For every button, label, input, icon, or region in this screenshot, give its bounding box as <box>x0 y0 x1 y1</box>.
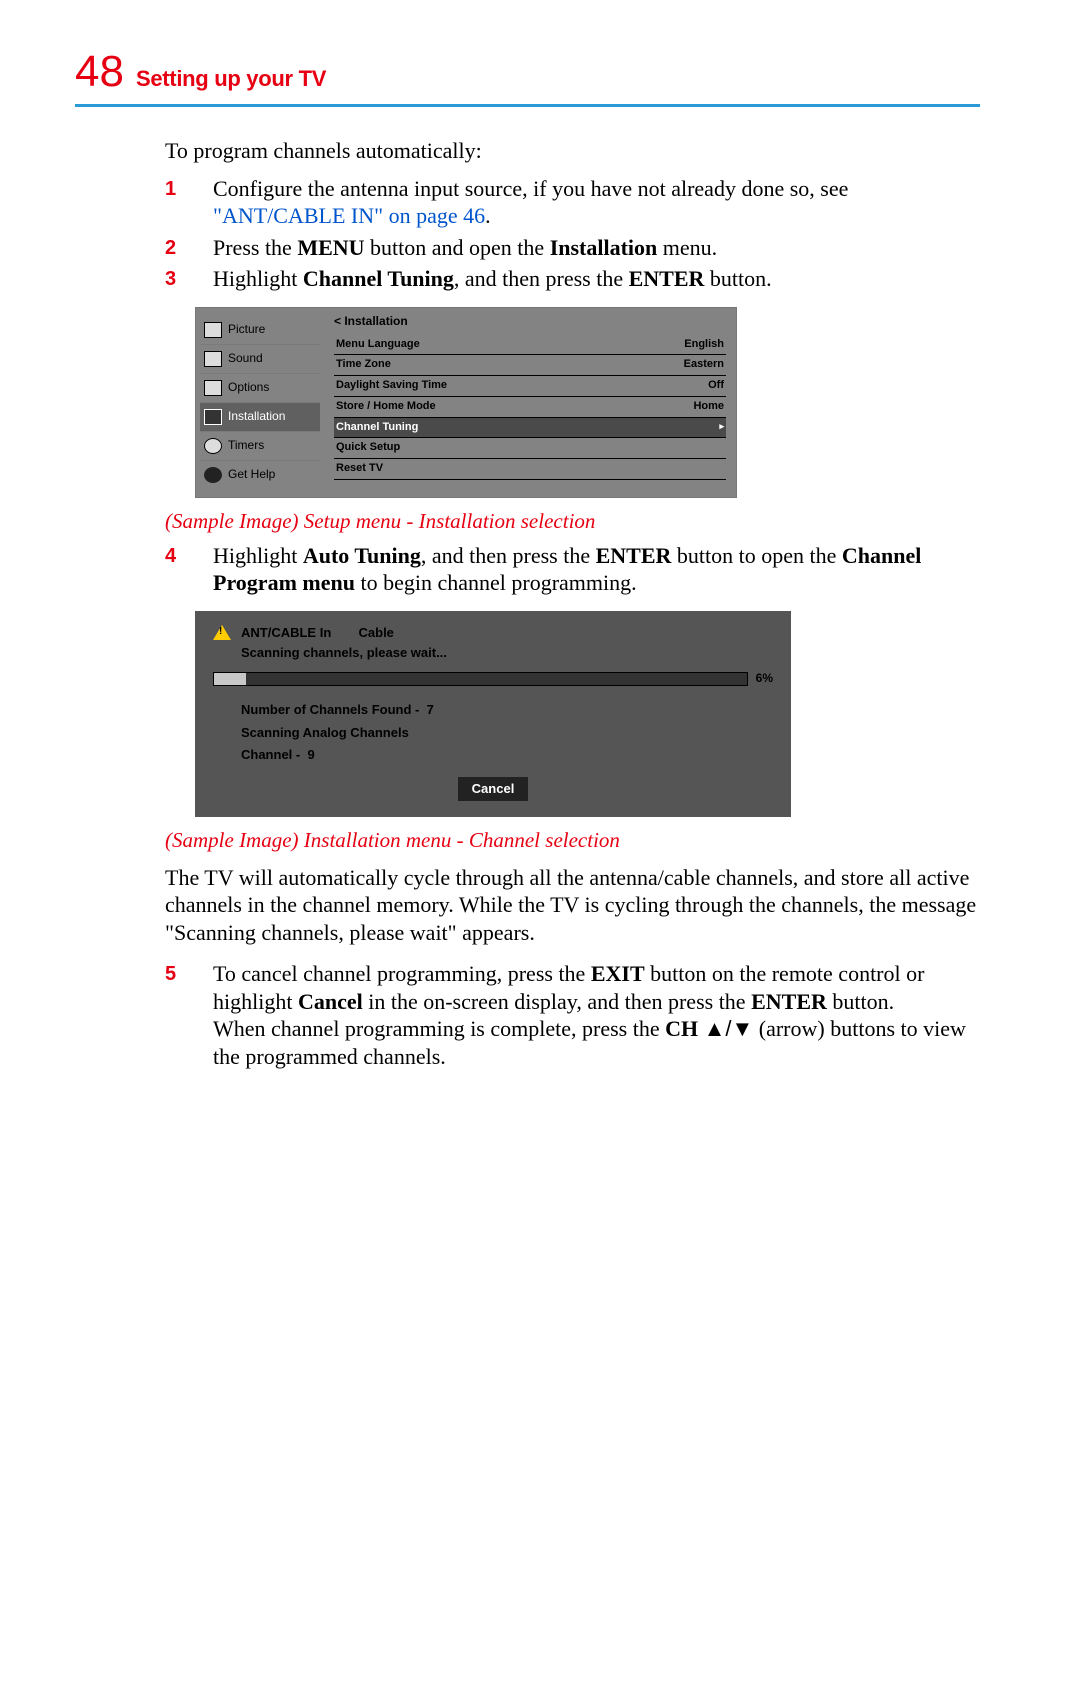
label: Store / Home Mode <box>336 400 436 414</box>
options-icon <box>204 380 222 396</box>
text: button. <box>704 266 771 291</box>
value: Eastern <box>684 358 724 372</box>
chevron-right-icon: ▸ <box>719 421 724 435</box>
sidebar-item-gethelp[interactable]: Get Help <box>200 461 320 489</box>
header-rule <box>75 104 980 107</box>
step-body: Highlight Channel Tuning, and then press… <box>213 265 980 293</box>
menu-row[interactable]: Menu Language English <box>334 335 726 356</box>
intro-text: To program channels automatically: <box>165 137 980 165</box>
menu-row[interactable]: Store / Home Mode Home <box>334 397 726 418</box>
text: menu. <box>657 235 717 260</box>
term: EXIT <box>591 961 645 986</box>
step-number: 3 <box>165 265 213 293</box>
step-number: 4 <box>165 542 213 597</box>
term: Cancel <box>298 989 363 1014</box>
sidebar-item-sound[interactable]: Sound <box>200 345 320 374</box>
sidebar-item-picture[interactable]: Picture <box>200 316 320 345</box>
value: Off <box>708 379 724 393</box>
text: , and then press the <box>421 543 596 568</box>
text: button and open the <box>365 235 550 260</box>
timers-icon <box>204 438 222 454</box>
term: ENTER <box>751 989 827 1014</box>
ant-cable-label: ANT/CABLE In <box>241 625 331 641</box>
menu-row[interactable]: Time Zone Eastern <box>334 355 726 376</box>
label: Installation <box>228 409 285 424</box>
tv-panel: < Installation Menu Language English Time… <box>324 308 736 497</box>
up-down-arrows: ▲/▼ <box>704 1016 754 1041</box>
text: to begin channel programming. <box>355 570 637 595</box>
figure-caption: (Sample Image) Installation menu - Chann… <box>165 827 980 853</box>
body-paragraph: The TV will automatically cycle through … <box>165 864 980 947</box>
label: Timers <box>228 438 264 453</box>
channels-found-label: Number of Channels Found - <box>241 702 419 717</box>
term: Auto Tuning <box>303 543 421 568</box>
label: Options <box>228 380 269 395</box>
text: , and then press the <box>454 266 629 291</box>
label: Quick Setup <box>336 441 400 455</box>
label: Channel Tuning <box>336 421 418 435</box>
sidebar-item-installation[interactable]: Installation <box>200 403 320 432</box>
tv-sidebar: Picture Sound Options Installation Timer… <box>196 308 324 497</box>
figure-caption: (Sample Image) Setup menu - Installation… <box>165 508 980 534</box>
term: ENTER <box>596 543 672 568</box>
label: Daylight Saving Time <box>336 379 447 393</box>
step-body: Press the MENU button and open the Insta… <box>213 234 980 262</box>
progress-bar <box>213 672 748 686</box>
label: Get Help <box>228 467 275 482</box>
sidebar-item-timers[interactable]: Timers <box>200 432 320 461</box>
step-body: Configure the antenna input source, if y… <box>213 175 980 230</box>
text: Highlight <box>213 266 303 291</box>
menu-row-channel-tuning[interactable]: Channel Tuning ▸ <box>334 418 726 439</box>
tv-installation-menu: Picture Sound Options Installation Timer… <box>195 307 737 498</box>
term: ENTER <box>629 266 705 291</box>
term: Installation <box>550 235 658 260</box>
label: Sound <box>228 351 263 366</box>
text: in the on-screen display, and then press… <box>363 989 751 1014</box>
channel-label: Channel - <box>241 747 300 762</box>
label: Menu Language <box>336 338 420 352</box>
warning-icon <box>213 625 231 640</box>
text: button. <box>827 989 894 1014</box>
cross-ref-link[interactable]: "ANT/CABLE IN" on page 46 <box>213 203 485 228</box>
chapter-title: Setting up your TV <box>136 66 326 92</box>
installation-icon <box>204 409 222 425</box>
text: When channel programming is complete, pr… <box>213 1016 665 1041</box>
label: Time Zone <box>336 358 391 372</box>
step-body: To cancel channel programming, press the… <box>213 960 980 1070</box>
channel-scan-dialog: ANT/CABLE In Cable Scanning channels, pl… <box>195 611 791 818</box>
picture-icon <box>204 322 222 338</box>
term: MENU <box>297 235 364 260</box>
menu-row[interactable]: Daylight Saving Time Off <box>334 376 726 397</box>
term: Channel Tuning <box>303 266 454 291</box>
step-number: 2 <box>165 234 213 262</box>
help-icon <box>204 467 222 483</box>
progress-percent: 6% <box>756 671 773 686</box>
page-number: 48 <box>75 50 124 94</box>
channels-found-value: 7 <box>427 702 434 717</box>
ant-cable-value: Cable <box>359 625 394 641</box>
menu-row[interactable]: Quick Setup <box>334 438 726 459</box>
text: Press the <box>213 235 297 260</box>
scanning-message: Scanning channels, please wait... <box>241 645 773 661</box>
term: CH <box>665 1016 698 1041</box>
sound-icon <box>204 351 222 367</box>
step-number: 5 <box>165 960 213 1070</box>
label: Picture <box>228 322 265 337</box>
step-number: 1 <box>165 175 213 230</box>
text: Configure the antenna input source, if y… <box>213 176 848 201</box>
cancel-button[interactable]: Cancel <box>458 777 529 801</box>
menu-row[interactable]: Reset TV <box>334 459 726 480</box>
sidebar-item-options[interactable]: Options <box>200 374 320 403</box>
text: To cancel channel programming, press the <box>213 961 591 986</box>
value: Home <box>693 400 724 414</box>
label: Reset TV <box>336 462 383 476</box>
scanning-analog: Scanning Analog Channels <box>241 725 773 741</box>
text: Highlight <box>213 543 303 568</box>
channel-value: 9 <box>307 747 314 762</box>
text: button to open the <box>671 543 841 568</box>
panel-title: < Installation <box>334 314 726 329</box>
text: . <box>485 203 491 228</box>
step-body: Highlight Auto Tuning, and then press th… <box>213 542 980 597</box>
value: English <box>684 338 724 352</box>
